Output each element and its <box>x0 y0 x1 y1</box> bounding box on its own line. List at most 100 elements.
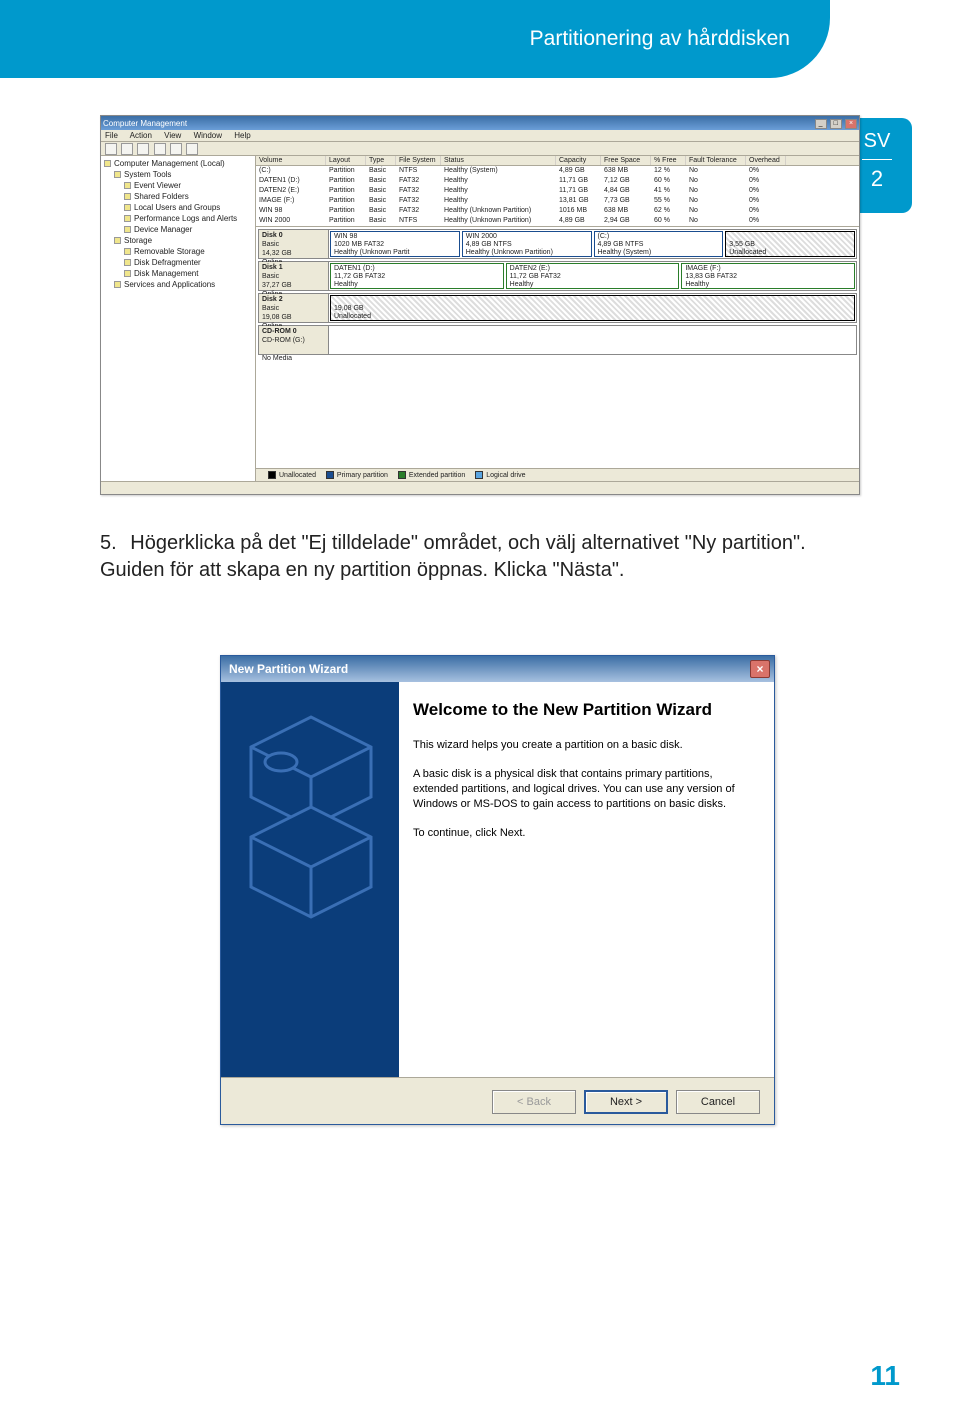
column-header[interactable]: Layout <box>326 156 366 165</box>
volume-row[interactable]: WIN 2000PartitionBasicNTFSHealthy (Unkno… <box>256 216 859 226</box>
disk-partitions: 19,08 GBUnallocated <box>329 294 856 322</box>
legend-swatch-unallocated <box>268 471 276 479</box>
partition-block[interactable]: WIN 20004,89 GB NTFSHealthy (Unknown Par… <box>462 231 592 257</box>
volume-row[interactable]: DATEN1 (D:)PartitionBasicFAT32Healthy11,… <box>256 176 859 186</box>
cell: NTFS <box>396 216 441 226</box>
cell: IMAGE (F:) <box>256 196 326 206</box>
instruction-step: 5. Högerklicka på det "Ej tilldelade" om… <box>100 530 860 584</box>
tree-node[interactable]: Disk Defragmenter <box>104 257 252 268</box>
column-header[interactable]: File System <box>396 156 441 165</box>
partition-block[interactable]: 19,08 GBUnallocated <box>330 295 855 321</box>
partition-block[interactable]: IMAGE (F:)13,83 GB FAT32Healthy <box>681 263 855 289</box>
volume-list-body[interactable]: (C:)PartitionBasicNTFSHealthy (System)4,… <box>256 166 859 226</box>
volume-row[interactable]: (C:)PartitionBasicNTFSHealthy (System)4,… <box>256 166 859 176</box>
cell: 11,71 GB <box>556 186 601 196</box>
column-header[interactable]: Free Space <box>601 156 651 165</box>
cm-tree[interactable]: Computer Management (Local)System ToolsE… <box>101 156 256 481</box>
volume-row[interactable]: WIN 98PartitionBasicFAT32Healthy (Unknow… <box>256 206 859 216</box>
npw-title: New Partition Wizard <box>229 662 348 676</box>
cell: Healthy <box>441 176 556 186</box>
npw-paragraph-2: A basic disk is a physical disk that con… <box>413 767 754 812</box>
next-button[interactable]: Next > <box>584 1090 668 1114</box>
cell: 0% <box>746 166 786 176</box>
cell: 60 % <box>651 176 686 186</box>
legend-unallocated: Unallocated <box>279 472 316 479</box>
cell: (C:) <box>256 166 326 176</box>
column-header[interactable]: Status <box>441 156 556 165</box>
npw-sidebar-graphic <box>221 682 399 1077</box>
tree-node[interactable]: Removable Storage <box>104 246 252 257</box>
column-header[interactable]: Type <box>366 156 396 165</box>
volume-row[interactable]: DATEN2 (E:)PartitionBasicFAT32Healthy11,… <box>256 186 859 196</box>
column-header[interactable]: Fault Tolerance <box>686 156 746 165</box>
cell: FAT32 <box>396 206 441 216</box>
divider <box>862 159 892 160</box>
page-header-tab: Partitionering av hårddisken <box>0 0 830 78</box>
back-icon[interactable] <box>105 143 117 155</box>
tree-node[interactable]: Disk Management <box>104 268 252 279</box>
cell: WIN 98 <box>256 206 326 216</box>
column-header[interactable]: Overhead <box>746 156 786 165</box>
partition-block[interactable]: DATEN1 (D:)11,72 GB FAT32Healthy <box>330 263 504 289</box>
partition-block[interactable]: (C:)4,89 GB NTFSHealthy (System) <box>594 231 724 257</box>
tree-node[interactable]: Event Viewer <box>104 180 252 191</box>
cm-menubar[interactable]: File Action View Window Help <box>101 130 859 142</box>
npw-paragraph-3: To continue, click Next. <box>413 826 754 841</box>
disk-row[interactable]: Disk 1Basic37,27 GBOnlineDATEN1 (D:)11,7… <box>258 261 857 291</box>
close-icon[interactable]: × <box>750 660 770 678</box>
cell: FAT32 <box>396 176 441 186</box>
forward-icon[interactable] <box>121 143 133 155</box>
refresh-icon[interactable] <box>154 143 166 155</box>
cell: Basic <box>366 206 396 216</box>
npw-paragraph-1: This wizard helps you create a partition… <box>413 738 754 753</box>
npw-footer: < Back Next > Cancel <box>221 1077 774 1125</box>
cm-toolbar <box>101 142 859 156</box>
disk-row[interactable]: Disk 0Basic14,32 GBOnlineWIN 981020 MB F… <box>258 229 857 259</box>
tree-node[interactable]: Device Manager <box>104 224 252 235</box>
partition-block[interactable]: DATEN2 (E:)11,72 GB FAT32Healthy <box>506 263 680 289</box>
column-header[interactable]: % Free <box>651 156 686 165</box>
cell: WIN 2000 <box>256 216 326 226</box>
tree-node[interactable]: Performance Logs and Alerts <box>104 213 252 224</box>
partition-block[interactable]: 3,55 GBUnallocated <box>725 231 855 257</box>
tree-node[interactable]: System Tools <box>104 169 252 180</box>
properties-icon[interactable] <box>170 143 182 155</box>
tree-node[interactable]: Shared Folders <box>104 191 252 202</box>
tree-node[interactable]: Storage <box>104 235 252 246</box>
cell: 41 % <box>651 186 686 196</box>
tree-node[interactable]: Services and Applications <box>104 279 252 290</box>
menu-window[interactable]: Window <box>194 131 222 140</box>
cell: 0% <box>746 176 786 186</box>
npw-body: Welcome to the New Partition Wizard This… <box>221 682 774 1077</box>
up-icon[interactable] <box>137 143 149 155</box>
cell: Basic <box>366 166 396 176</box>
new-partition-wizard-window: New Partition Wizard × Welcome to the Ne… <box>220 655 775 1125</box>
tree-node[interactable]: Local Users and Groups <box>104 202 252 213</box>
menu-view[interactable]: View <box>164 131 181 140</box>
help-icon[interactable] <box>186 143 198 155</box>
menu-file[interactable]: File <box>105 131 118 140</box>
legend-swatch-logical <box>475 471 483 479</box>
column-header[interactable]: Volume <box>256 156 326 165</box>
cell: 13,81 GB <box>556 196 601 206</box>
column-header[interactable]: Capacity <box>556 156 601 165</box>
cancel-button[interactable]: Cancel <box>676 1090 760 1114</box>
legend-swatch-extended <box>398 471 406 479</box>
minimize-button[interactable]: _ <box>815 119 827 129</box>
cm-statusbar <box>101 481 859 494</box>
disk-row[interactable]: Disk 2Basic19,08 GBOnline19,08 GBUnalloc… <box>258 293 857 323</box>
maximize-button[interactable]: □ <box>830 119 842 129</box>
disk-row[interactable]: CD-ROM 0CD-ROM (G:)No Media <box>258 325 857 355</box>
tree-node[interactable]: Computer Management (Local) <box>104 158 252 169</box>
disk-partitions: WIN 981020 MB FAT32Healthy (Unknown Part… <box>329 230 856 258</box>
partition-block[interactable]: WIN 981020 MB FAT32Healthy (Unknown Part… <box>330 231 460 257</box>
cell: 0% <box>746 196 786 206</box>
menu-help[interactable]: Help <box>234 131 250 140</box>
volume-list-header: VolumeLayoutTypeFile SystemStatusCapacit… <box>256 156 859 166</box>
volume-row[interactable]: IMAGE (F:)PartitionBasicFAT32Healthy13,8… <box>256 196 859 206</box>
close-button[interactable]: × <box>845 119 857 129</box>
cell: 0% <box>746 206 786 216</box>
disk-map[interactable]: Disk 0Basic14,32 GBOnlineWIN 981020 MB F… <box>256 226 859 468</box>
menu-action[interactable]: Action <box>130 131 152 140</box>
cell: Basic <box>366 176 396 186</box>
